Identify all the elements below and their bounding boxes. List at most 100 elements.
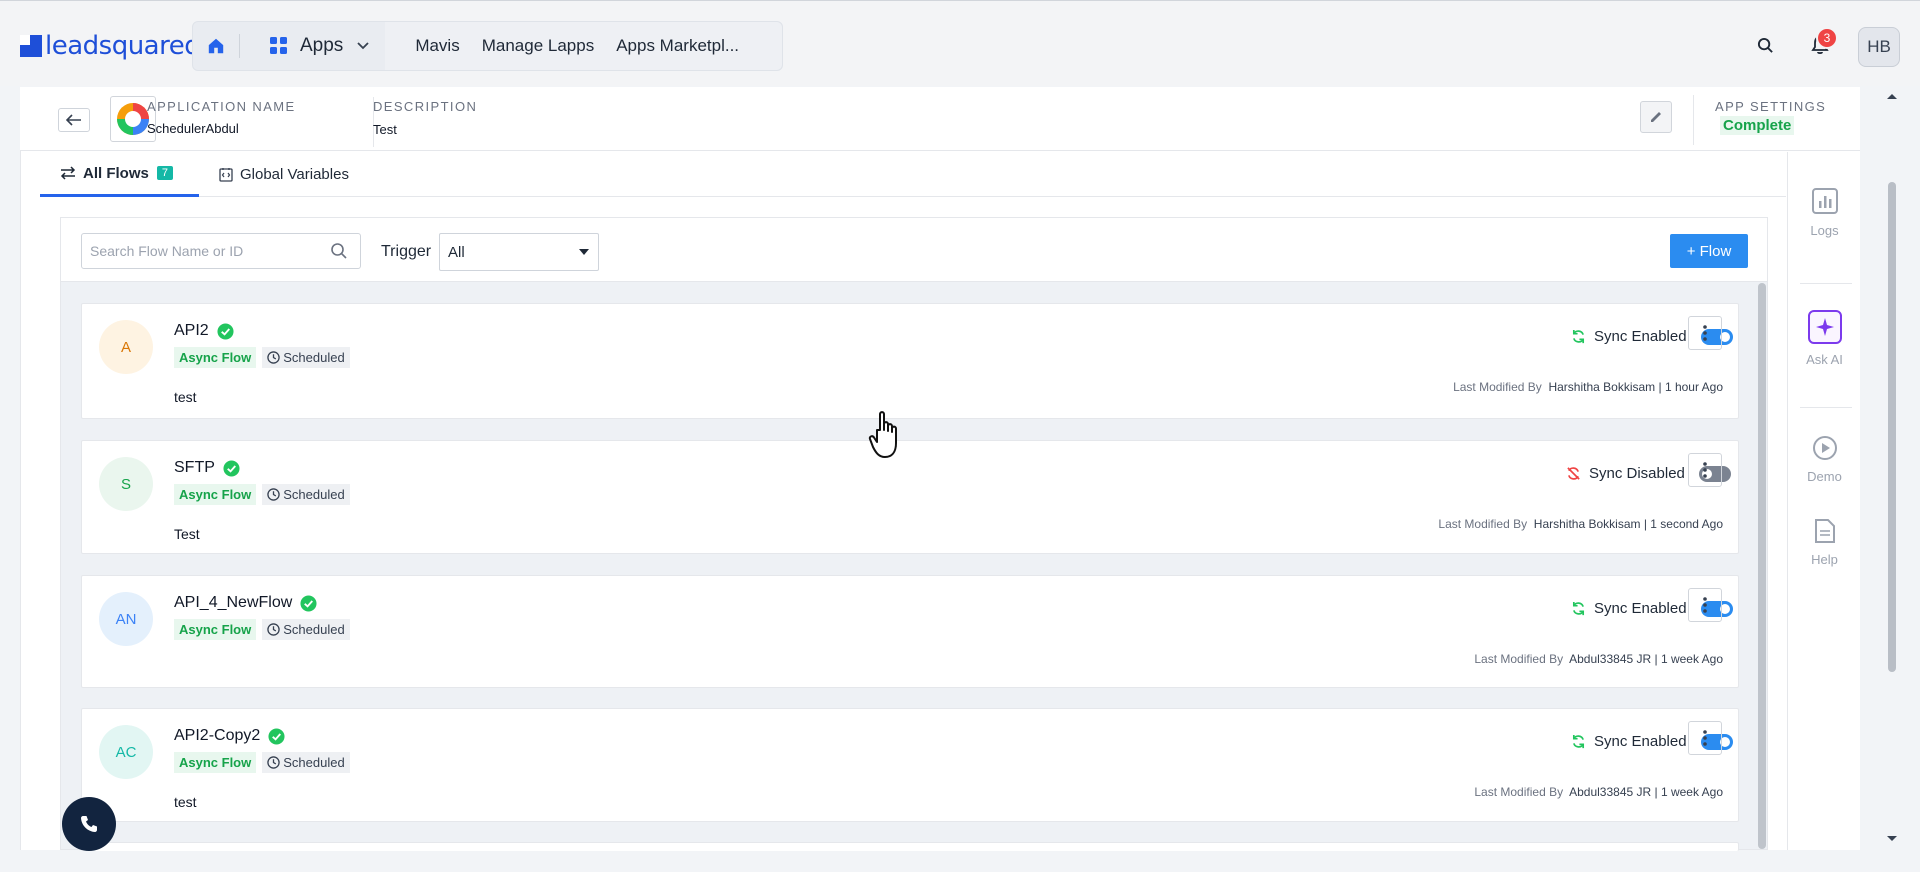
demo-button[interactable]: Demo — [1788, 435, 1861, 484]
flow-card[interactable]: AC API2-Copy2 Async Flow Scheduled test … — [81, 708, 1739, 822]
logo-text: leadsquared — [45, 31, 201, 61]
help-button[interactable]: Help — [1788, 518, 1861, 567]
play-circle-icon — [1812, 436, 1837, 460]
right-side-rail: Logs Ask AI Demo Help — [1787, 152, 1860, 850]
main-nav-group: Apps Mavis Manage Lapps Apps Marketpl... — [192, 21, 783, 71]
flow-avatar: AN — [99, 592, 153, 646]
scroll-up-arrow-icon — [1887, 94, 1897, 99]
flow-more-menu-button[interactable] — [1688, 316, 1722, 350]
flow-trigger-text: Scheduled — [283, 755, 345, 770]
global-search-button[interactable] — [1757, 37, 1774, 59]
application-name-label: APPLICATION NAME — [147, 99, 296, 114]
phone-call-button[interactable] — [62, 797, 116, 851]
flow-card[interactable]: A API2 Async Flow Scheduled test Sync En… — [81, 303, 1739, 419]
flow-tags: Async Flow Scheduled — [174, 347, 350, 368]
flow-trigger-tag: Scheduled — [262, 347, 350, 368]
last-modified-prefix: Last Modified By — [1474, 785, 1564, 799]
flow-card[interactable]: AN API_4_NewFlow Async Flow Scheduled Sy… — [81, 575, 1739, 688]
search-icon — [1757, 37, 1773, 53]
apps-menu-button[interactable]: Apps — [240, 22, 385, 70]
flow-type-tag: Async Flow — [174, 619, 257, 640]
nav-link-apps-marketplace[interactable]: Apps Marketpl... — [605, 36, 750, 56]
last-modified-info: Last Modified By Abdul33845 JR | 1 week … — [1474, 785, 1723, 799]
page-scrollbar-thumb[interactable] — [1888, 182, 1896, 672]
home-icon — [208, 38, 224, 54]
flow-name[interactable]: API2 — [174, 322, 234, 340]
description-value: Test — [373, 122, 397, 137]
back-button[interactable] — [58, 108, 90, 132]
flows-panel: Trigger All + Flow A API2 Async Flow Sch… — [60, 217, 1768, 851]
flow-tabs: All Flows 7 Global Variables — [40, 152, 1786, 197]
last-modified-info: Last Modified By Abdul33845 JR | 1 week … — [1474, 652, 1723, 666]
trigger-select[interactable]: All — [439, 233, 599, 271]
flow-name-text: API2 — [174, 322, 209, 339]
flow-avatar: S — [99, 457, 153, 511]
application-header: APPLICATION NAME SchedulerAbdul DESCRIPT… — [20, 87, 1860, 151]
logs-chart-icon — [1811, 188, 1838, 214]
rail-divider — [1800, 407, 1852, 408]
last-modified-prefix: Last Modified By — [1474, 652, 1564, 666]
edit-application-button[interactable] — [1640, 101, 1672, 133]
phone-icon — [81, 816, 97, 832]
flow-avatar: A — [99, 320, 153, 374]
notification-count-badge: 3 — [1816, 27, 1838, 49]
flow-count-badge: 7 — [156, 166, 173, 180]
flow-tags: Async Flow Scheduled — [174, 484, 350, 505]
app-settings-label: APP SETTINGS — [1715, 99, 1827, 114]
document-help-icon — [1814, 519, 1835, 543]
flow-description: test — [174, 389, 197, 405]
settings-divider — [1693, 95, 1694, 145]
sparkle-ai-icon — [1807, 310, 1842, 344]
leadsquared-logo[interactable]: leadsquared — [20, 31, 201, 61]
flows-list-scrollbar[interactable] — [1758, 283, 1766, 849]
tab-all-flows[interactable]: All Flows 7 — [40, 152, 199, 197]
variables-icon — [219, 168, 233, 182]
flow-name[interactable]: SFTP — [174, 459, 240, 477]
flow-name-text: API2-Copy2 — [174, 727, 261, 744]
page-scrollbar[interactable] — [1883, 87, 1901, 850]
help-label: Help — [1811, 552, 1838, 567]
last-modified-info: Last Modified By Harshitha Bokkisam | 1 … — [1438, 517, 1723, 531]
flow-more-menu-button[interactable] — [1688, 588, 1722, 622]
flow-more-menu-button[interactable] — [1688, 721, 1722, 755]
clock-icon — [267, 488, 280, 501]
ask-ai-button[interactable]: Ask AI — [1788, 310, 1861, 367]
sync-disabled-icon — [1567, 467, 1580, 480]
flow-search-input[interactable] — [90, 243, 330, 259]
sync-icon — [1572, 734, 1585, 749]
flow-name[interactable]: API_4_NewFlow — [174, 594, 317, 612]
flow-card[interactable]: S SFTP Async Flow Scheduled Test Sync Di… — [81, 440, 1739, 554]
sync-status-label: Sync Disabled — [1589, 465, 1685, 482]
nav-links: Mavis Manage Lapps Apps Marketpl... — [385, 22, 782, 70]
kebab-menu-icon — [1703, 462, 1707, 478]
search-icon[interactable] — [330, 242, 348, 260]
clock-icon — [267, 623, 280, 636]
check-circle-icon — [268, 727, 285, 745]
nav-link-mavis[interactable]: Mavis — [385, 36, 470, 56]
clock-icon — [267, 351, 280, 364]
check-circle-icon — [217, 322, 234, 340]
last-modified-by: Harshitha Bokkisam | 1 second Ago — [1533, 517, 1723, 531]
kebab-menu-icon — [1703, 325, 1707, 341]
check-circle-icon — [223, 459, 240, 477]
caret-down-icon — [579, 249, 589, 255]
home-button[interactable] — [193, 22, 239, 70]
clock-icon — [267, 756, 280, 769]
flow-trigger-text: Scheduled — [283, 487, 345, 502]
flow-type-tag: Async Flow — [174, 752, 257, 773]
flow-trigger-text: Scheduled — [283, 350, 345, 365]
flow-more-menu-button[interactable] — [1688, 453, 1722, 487]
logs-label: Logs — [1810, 223, 1839, 238]
user-avatar[interactable]: HB — [1858, 27, 1900, 67]
flow-name-text: SFTP — [174, 459, 215, 476]
apps-menu-label: Apps — [300, 35, 344, 56]
flow-card[interactable] — [81, 842, 1739, 851]
flow-description: Test — [174, 526, 200, 542]
flow-trigger-tag: Scheduled — [262, 484, 350, 505]
logs-button[interactable]: Logs — [1788, 187, 1861, 238]
nav-link-manage-lapps[interactable]: Manage Lapps — [471, 36, 605, 56]
flow-name[interactable]: API2-Copy2 — [174, 727, 285, 745]
last-modified-prefix: Last Modified By — [1453, 380, 1542, 394]
add-flow-button[interactable]: + Flow — [1670, 234, 1748, 268]
tab-global-variables[interactable]: Global Variables — [219, 152, 349, 197]
